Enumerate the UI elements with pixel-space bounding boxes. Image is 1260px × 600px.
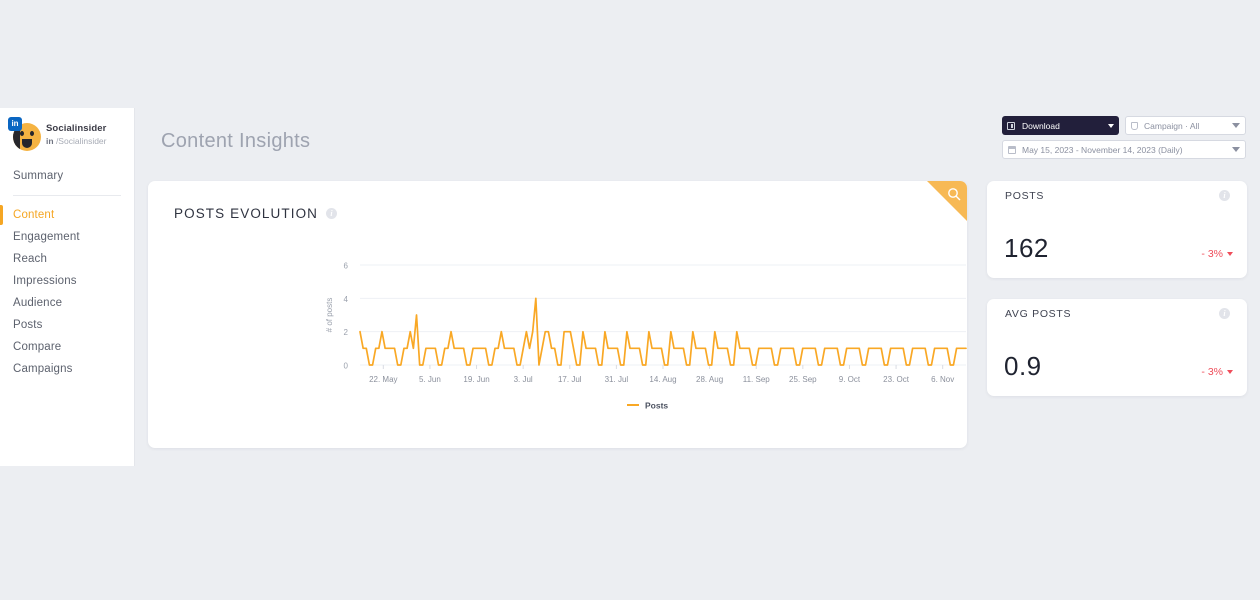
kpi-value: 162 bbox=[1004, 233, 1049, 263]
posts-evolution-card: POSTS EVOLUTION i 0 2 4 6 # of posts 22. May 5… bbox=[148, 181, 967, 448]
info-icon[interactable]: i bbox=[1219, 190, 1230, 201]
info-icon[interactable]: i bbox=[326, 208, 338, 219]
svg-text:23. Oct: 23. Oct bbox=[883, 375, 910, 384]
svg-text:0: 0 bbox=[344, 362, 349, 371]
svg-text:31. Jul: 31. Jul bbox=[605, 375, 629, 384]
sidebar-item-engagement[interactable]: Engagement bbox=[0, 226, 134, 248]
svg-text:2: 2 bbox=[344, 328, 349, 337]
sidebar-item-impressions[interactable]: Impressions bbox=[0, 270, 134, 292]
svg-text:14. Aug: 14. Aug bbox=[649, 375, 676, 384]
sidebar-item-campaigns[interactable]: Campaigns bbox=[0, 358, 134, 380]
kpi-label: POSTS bbox=[1005, 190, 1045, 202]
campaign-filter-select[interactable]: Campaign · All bbox=[1125, 116, 1246, 135]
kpi-delta-text: - 3% bbox=[1201, 248, 1223, 260]
svg-text:# of posts: # of posts bbox=[325, 298, 334, 333]
chart-plot-area: 0 2 4 6 # of posts 22. May 5. Jun 19. Jun 3. Jul… bbox=[148, 243, 967, 448]
status-badge: - 3% bbox=[1201, 366, 1233, 378]
svg-text:6. Nov: 6. Nov bbox=[931, 375, 954, 384]
page-title: Content Insights bbox=[161, 130, 311, 152]
posts-evolution-chart[interactable]: 0 2 4 6 # of posts 22. May 5. Jun 19. Jun 3. Jul… bbox=[148, 243, 967, 448]
info-icon[interactable]: i bbox=[1219, 308, 1230, 319]
chart-title: POSTS EVOLUTION bbox=[174, 206, 319, 221]
brand-name: Socialinsider bbox=[46, 123, 107, 135]
trend-down-icon bbox=[1227, 252, 1233, 256]
svg-text:Posts: Posts bbox=[645, 401, 668, 411]
kpi-value: 0.9 bbox=[1004, 351, 1042, 381]
svg-text:25. Sep: 25. Sep bbox=[789, 375, 817, 384]
date-range-select[interactable]: May 15, 2023 - November 14, 2023 (Daily) bbox=[1002, 140, 1246, 159]
brand-profile[interactable]: in Socialinsider in /Socialinsider bbox=[0, 108, 134, 151]
tag-icon bbox=[1131, 121, 1138, 130]
kpi-card-posts: POSTS i 162 - 3% bbox=[987, 181, 1247, 278]
date-range-label: May 15, 2023 - November 14, 2023 (Daily) bbox=[1022, 144, 1183, 155]
sidebar-nav: Summary Content Engagement Reach Impress… bbox=[0, 165, 134, 380]
download-button[interactable]: Download bbox=[1002, 116, 1119, 135]
expand-chart-button[interactable] bbox=[927, 181, 967, 221]
handle-text: /Socialinsider bbox=[55, 136, 107, 147]
kpi-card-avg-posts: AVG POSTS i 0.9 - 3% bbox=[987, 299, 1247, 396]
sidebar-item-posts[interactable]: Posts bbox=[0, 314, 134, 336]
chart-header: POSTS EVOLUTION i bbox=[148, 181, 967, 221]
svg-text:22. May: 22. May bbox=[369, 375, 397, 384]
brand-handle: in /Socialinsider bbox=[46, 136, 107, 147]
avatar: in bbox=[8, 117, 42, 151]
svg-text:6: 6 bbox=[344, 262, 349, 271]
chevron-down-icon bbox=[1108, 123, 1114, 128]
kpi-delta-text: - 3% bbox=[1201, 366, 1223, 378]
sidebar-item-audience[interactable]: Audience bbox=[0, 292, 134, 314]
download-icon bbox=[1007, 121, 1015, 130]
nav-divider bbox=[13, 195, 121, 196]
sidebar-item-reach[interactable]: Reach bbox=[0, 248, 134, 270]
chevron-down-icon bbox=[1232, 147, 1240, 152]
sidebar: in Socialinsider in /Socialinsider Summa… bbox=[0, 108, 135, 466]
sidebar-item-content[interactable]: Content bbox=[0, 204, 134, 226]
svg-text:11. Sep: 11. Sep bbox=[743, 375, 771, 384]
svg-text:3. Jul: 3. Jul bbox=[514, 375, 533, 384]
chevron-down-icon bbox=[1232, 123, 1240, 128]
sidebar-item-compare[interactable]: Compare bbox=[0, 336, 134, 358]
toolbar: Download Campaign · All May 15, 2023 - N… bbox=[1002, 116, 1246, 159]
campaign-filter-label: Campaign · All bbox=[1144, 120, 1200, 131]
calendar-icon bbox=[1008, 145, 1016, 154]
trend-down-icon bbox=[1227, 370, 1233, 374]
svg-text:9. Oct: 9. Oct bbox=[839, 375, 861, 384]
network-label: in bbox=[46, 136, 54, 147]
linkedin-badge-icon: in bbox=[8, 117, 22, 131]
sidebar-item-summary[interactable]: Summary bbox=[0, 165, 134, 187]
svg-text:5. Jun: 5. Jun bbox=[419, 375, 441, 384]
status-badge: - 3% bbox=[1201, 248, 1233, 260]
svg-text:19. Jun: 19. Jun bbox=[463, 375, 489, 384]
svg-text:28. Aug: 28. Aug bbox=[696, 375, 723, 384]
svg-text:17. Jul: 17. Jul bbox=[558, 375, 582, 384]
svg-text:4: 4 bbox=[344, 295, 349, 304]
kpi-label: AVG POSTS bbox=[1005, 308, 1072, 320]
magnifier-icon bbox=[948, 188, 961, 201]
app-root: in Socialinsider in /Socialinsider Summa… bbox=[0, 0, 1260, 600]
download-label: Download bbox=[1022, 120, 1060, 131]
